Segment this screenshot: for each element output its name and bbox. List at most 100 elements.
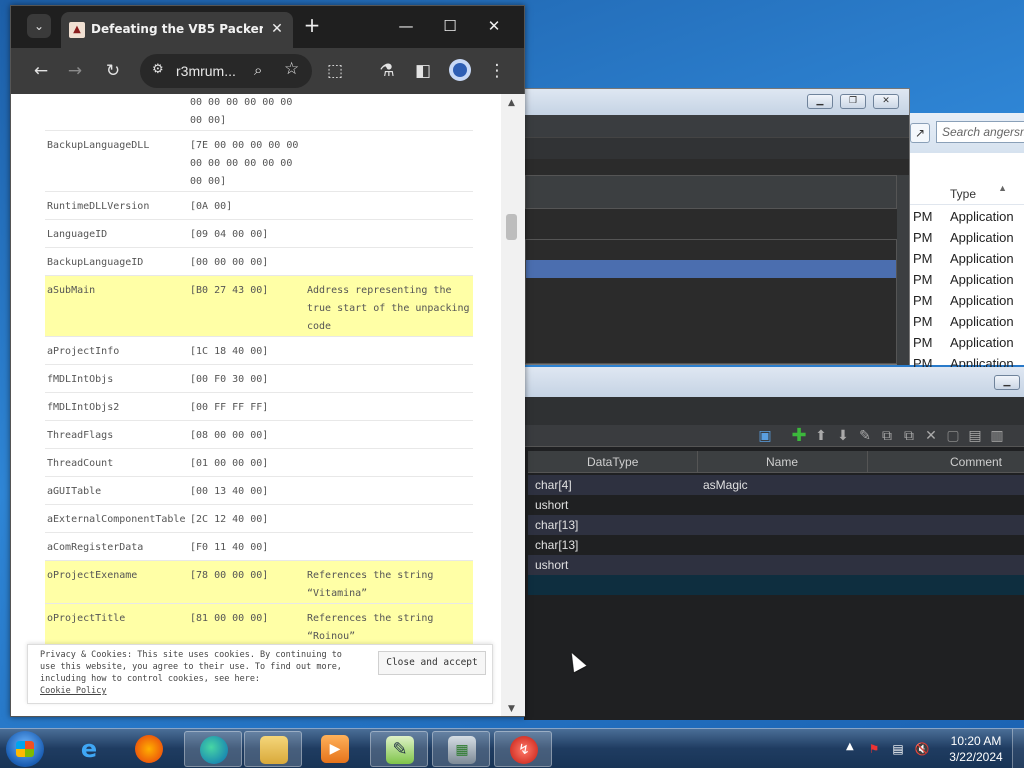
bookmark-star-icon[interactable]: ☆ bbox=[284, 59, 299, 79]
address-bar[interactable]: ⚙ r3mrum... ⌕ ☆ bbox=[140, 54, 312, 88]
profile-avatar-icon[interactable] bbox=[449, 59, 471, 81]
page-scrollbar[interactable]: ▲ ▼ bbox=[501, 94, 525, 716]
browser-tab[interactable]: ▲ Defeating the VB5 Packer – Re ✕ bbox=[61, 12, 293, 48]
struct-row[interactable]: char[13] bbox=[528, 535, 1024, 555]
scroll-up-icon[interactable]: ▲ bbox=[508, 98, 515, 108]
reload-icon[interactable]: ↻ bbox=[101, 59, 125, 83]
scroll-down-icon[interactable]: ▼ bbox=[508, 704, 515, 714]
file-row[interactable]: PM Application bbox=[908, 249, 1024, 270]
start-button[interactable] bbox=[6, 731, 44, 767]
site-info-icon[interactable]: ⚙ bbox=[152, 62, 164, 77]
bytes-cell: [2C 12 40 00] bbox=[188, 504, 305, 533]
type-column-header[interactable]: Type ▲ bbox=[908, 183, 1024, 205]
vb-header-row: aSubMain [B0 27 43 00] Address representin… bbox=[45, 275, 473, 337]
file-row[interactable]: PM Application bbox=[908, 333, 1024, 354]
file-row[interactable]: PM Application bbox=[908, 291, 1024, 312]
network-icon[interactable]: ▤ bbox=[890, 741, 906, 757]
sort-up-icon: ▲ bbox=[998, 183, 1007, 193]
file-row[interactable]: PM Application bbox=[908, 270, 1024, 291]
new-tab-icon[interactable]: + bbox=[301, 15, 323, 37]
save-icon[interactable]: ▣ bbox=[756, 427, 774, 445]
unpack-icon[interactable]: ▥ bbox=[988, 427, 1006, 445]
name-header[interactable]: Name bbox=[766, 455, 798, 469]
struct-row[interactable]: char[13] bbox=[528, 515, 1024, 535]
notepad-icon: ✎ bbox=[386, 736, 414, 764]
bytes-cell: [F0 11 40 00] bbox=[188, 532, 305, 561]
field-name-cell: aSubMain bbox=[45, 275, 188, 337]
datatype-header[interactable]: DataType bbox=[587, 455, 638, 469]
paste-icon[interactable]: ⧉ bbox=[900, 427, 918, 445]
comment-header[interactable]: Comment bbox=[950, 455, 1002, 469]
file-row[interactable]: PM Application bbox=[908, 228, 1024, 249]
delete-icon[interactable]: ✕ bbox=[922, 427, 940, 445]
filter-panel bbox=[525, 175, 897, 209]
taskbar-firefox[interactable] bbox=[120, 731, 178, 767]
item-list bbox=[525, 239, 897, 364]
taskbar-edge[interactable] bbox=[184, 731, 242, 767]
minimize-button[interactable]: ▁ bbox=[994, 375, 1020, 390]
move-down-icon[interactable]: ⬇ bbox=[834, 427, 852, 445]
clock-date: 3/22/2024 bbox=[949, 750, 1003, 764]
close-button[interactable]: ✕ bbox=[873, 94, 899, 109]
maximize-button[interactable]: ❐ bbox=[840, 94, 866, 109]
copy-icon[interactable]: ⧉ bbox=[878, 427, 896, 445]
selected-empty-row[interactable] bbox=[528, 575, 1024, 595]
minimize-button[interactable]: — bbox=[391, 14, 421, 38]
minimize-button[interactable]: ▁ bbox=[807, 94, 833, 109]
field-name-cell: oProjectExename bbox=[45, 560, 188, 604]
clear-icon[interactable]: ▢ bbox=[944, 427, 962, 445]
pack-icon[interactable]: ▤ bbox=[966, 427, 984, 445]
modified-time: PM bbox=[913, 293, 933, 308]
taskbar-explorer[interactable] bbox=[244, 731, 302, 767]
cookie-policy-link[interactable]: Cookie Policy bbox=[40, 686, 107, 696]
taskbar-ie[interactable]: e bbox=[60, 731, 118, 767]
taskbar-ida[interactable]: ↯ bbox=[494, 731, 552, 767]
file-row[interactable]: PM Application bbox=[908, 312, 1024, 333]
tab-close-icon[interactable]: ✕ bbox=[267, 19, 287, 39]
struct-row[interactable]: ushort bbox=[528, 495, 1024, 515]
forward-arrow-icon[interactable]: → bbox=[63, 59, 87, 83]
scrollbar[interactable] bbox=[897, 175, 909, 365]
scroll-thumb[interactable] bbox=[506, 214, 517, 240]
file-row[interactable]: PM Application bbox=[908, 207, 1024, 228]
menu-dots-icon[interactable]: ⋮ bbox=[485, 59, 509, 83]
action-center-icon[interactable]: ⚑ bbox=[866, 741, 882, 757]
search-input[interactable]: Search angersm bbox=[936, 121, 1024, 143]
taskbar-notepad[interactable]: ✎ bbox=[370, 731, 428, 767]
close-button[interactable]: ✕ bbox=[479, 14, 509, 38]
add-icon[interactable]: ✚ bbox=[790, 427, 808, 445]
folder-icon bbox=[260, 736, 288, 764]
struct-row[interactable]: ushort bbox=[528, 555, 1024, 575]
struct-row[interactable]: char[4] asMagic bbox=[528, 475, 1024, 495]
struct-table: char[4] asMagic ushort char[13] char[13] usho… bbox=[528, 475, 1024, 595]
description-cell bbox=[305, 392, 473, 421]
volume-icon[interactable]: 🔇 bbox=[914, 741, 930, 757]
description-cell bbox=[305, 420, 473, 449]
vb-header-table: 00 00 00 00 00 00 00 00] BackupLanguageDL… bbox=[45, 94, 473, 647]
move-up-icon[interactable]: ⬆ bbox=[812, 427, 830, 445]
vb-header-row: ThreadCount [01 00 00 00] bbox=[45, 448, 473, 477]
zoom-icon[interactable]: ⌕ bbox=[254, 61, 262, 79]
taskbar-analyzer[interactable]: ▦ bbox=[432, 731, 490, 767]
up-arrow-icon[interactable]: ↗ bbox=[910, 123, 930, 143]
labs-flask-icon[interactable]: ⚗ bbox=[375, 59, 399, 83]
datatype-cell: ushort bbox=[535, 498, 569, 512]
maximize-button[interactable]: ☐ bbox=[435, 14, 465, 38]
show-hidden-icons-icon[interactable]: ▲ bbox=[846, 741, 854, 752]
show-desktop-button[interactable] bbox=[1012, 729, 1024, 768]
bytes-cell: 00 00 00 00 00 00 00 00] bbox=[188, 94, 305, 131]
bytes-cell: [0A 00] bbox=[188, 191, 305, 220]
extensions-icon[interactable]: ⬚ bbox=[323, 59, 347, 83]
bytes-cell: [B0 27 43 00] bbox=[188, 275, 305, 337]
back-arrow-icon[interactable]: ← bbox=[29, 59, 53, 83]
side-panel-icon[interactable]: ◧ bbox=[411, 59, 435, 83]
tab-search-icon[interactable]: ⌄ bbox=[27, 14, 51, 38]
selected-row[interactable] bbox=[526, 260, 896, 278]
bytes-cell: [08 00 00 00] bbox=[188, 420, 305, 449]
taskbar-media-player[interactable]: ▶ bbox=[306, 731, 364, 767]
bytes-cell: [1C 18 40 00] bbox=[188, 336, 305, 365]
clock[interactable]: 10:20 AM 3/22/2024 bbox=[944, 733, 1008, 765]
close-accept-button[interactable]: Close and accept bbox=[378, 651, 486, 675]
edit-icon[interactable]: ✎ bbox=[856, 427, 874, 445]
datatype-cell: char[13] bbox=[535, 518, 579, 532]
